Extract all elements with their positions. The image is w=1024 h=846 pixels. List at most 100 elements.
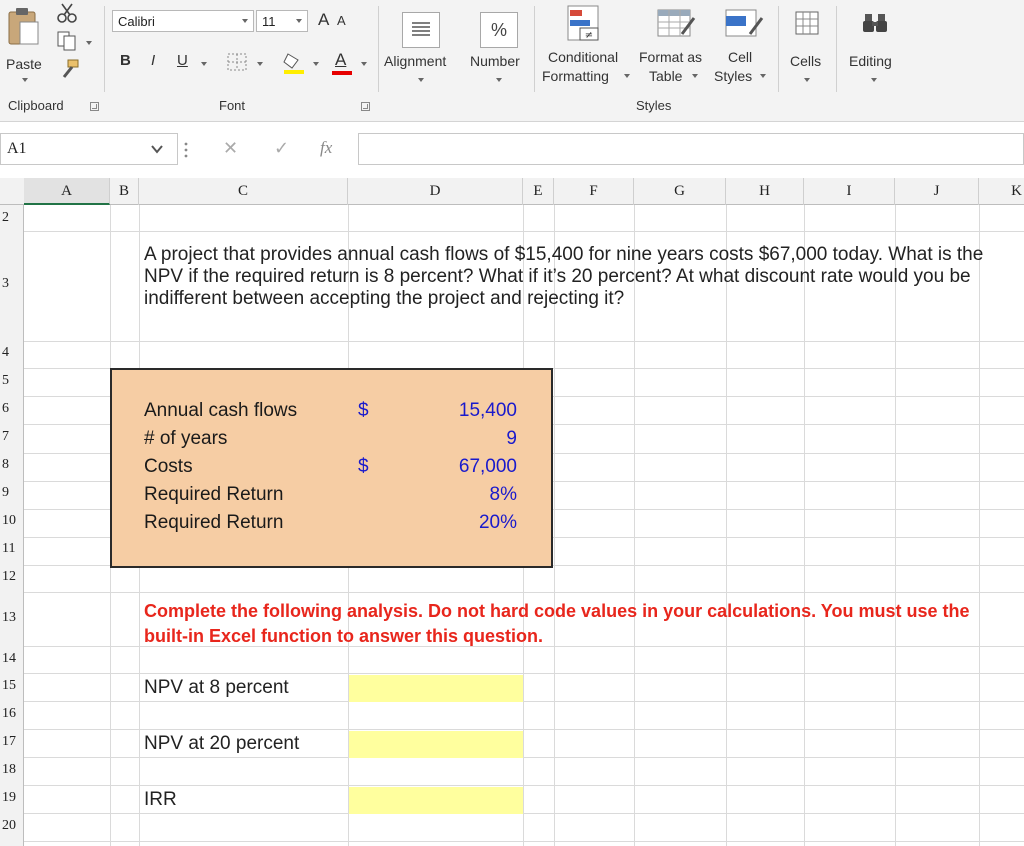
column-header-c[interactable]: C xyxy=(139,178,348,205)
separator xyxy=(378,6,379,92)
cell-styles-button[interactable]: Cell Styles xyxy=(710,2,776,90)
grid-line xyxy=(24,729,1024,730)
worksheet-grid[interactable]: A B C D E F G H I J K 2 3 4 5 6 7 8 9 10… xyxy=(0,178,1024,846)
row-header-9[interactable]: 9 xyxy=(0,485,24,501)
column-header-a[interactable]: A xyxy=(24,178,110,205)
column-header-i[interactable]: I xyxy=(804,178,895,205)
fill-color-icon[interactable] xyxy=(282,50,306,76)
underline-button[interactable]: U xyxy=(177,52,188,69)
cells-icon xyxy=(795,11,819,35)
npv-20-answer-cell[interactable] xyxy=(349,731,523,758)
input-value[interactable]: 9 xyxy=(506,428,517,450)
underline-dropdown-icon[interactable] xyxy=(201,62,207,66)
column-header-b[interactable]: B xyxy=(110,178,139,205)
row-header-8[interactable]: 8 xyxy=(0,457,24,473)
copy-dropdown-icon[interactable] xyxy=(86,41,92,45)
paste-label: Paste xyxy=(6,56,42,72)
row-header-5[interactable]: 5 xyxy=(0,373,24,389)
paste-button[interactable]: Paste xyxy=(2,4,46,92)
copy-icon[interactable] xyxy=(56,30,80,52)
row-header-20[interactable]: 20 xyxy=(0,818,24,834)
separator xyxy=(836,6,837,92)
instructions-text: Complete the following analysis. Do not … xyxy=(144,601,970,646)
font-name-value: Calibri xyxy=(118,14,155,29)
cut-icon[interactable] xyxy=(56,2,78,24)
decrease-font-size-button[interactable]: A xyxy=(337,13,346,28)
increase-font-size-button[interactable]: A xyxy=(318,10,329,30)
format-as-table-button[interactable]: Format as Table xyxy=(636,2,714,90)
row-header-19[interactable]: 19 xyxy=(0,790,24,806)
font-color-glyph: A xyxy=(335,50,347,69)
italic-button[interactable]: I xyxy=(151,52,155,69)
row-header-2[interactable]: 2 xyxy=(0,210,24,226)
column-header-h[interactable]: H xyxy=(726,178,804,205)
bold-button[interactable]: B xyxy=(120,52,131,69)
column-header-k[interactable]: K xyxy=(979,178,1024,205)
cells-label: Cells xyxy=(790,53,822,69)
cell-styles-label-1: Cell xyxy=(728,49,753,65)
conditional-formatting-label-1: Conditional xyxy=(548,49,619,65)
font-size-combo[interactable]: 11 xyxy=(256,10,308,32)
row-header-6[interactable]: 6 xyxy=(0,401,24,417)
font-color-swatch xyxy=(332,71,352,75)
fill-color-dropdown-icon[interactable] xyxy=(313,62,319,66)
insert-function-button[interactable]: fx xyxy=(320,138,332,158)
separator xyxy=(534,6,535,92)
grid-line xyxy=(24,673,1024,674)
column-header-row: A B C D E F G H I J K xyxy=(0,178,1024,205)
input-value[interactable]: 67,000 xyxy=(459,456,517,478)
conditional-formatting-icon: ≠ xyxy=(567,5,599,41)
clipboard-launcher-icon[interactable] xyxy=(90,102,99,111)
npv-8-answer-cell[interactable] xyxy=(349,675,523,702)
format-as-table-dropdown-icon xyxy=(692,74,698,78)
irr-answer-cell[interactable] xyxy=(349,787,523,814)
alignment-button[interactable]: Alignment xyxy=(380,4,464,90)
row-header-10[interactable]: 10 xyxy=(0,513,24,529)
borders-icon[interactable] xyxy=(226,52,248,72)
alignment-label: Alignment xyxy=(384,53,447,69)
borders-dropdown-icon[interactable] xyxy=(257,62,263,66)
row-header-3[interactable]: 3 xyxy=(0,276,24,292)
column-header-g[interactable]: G xyxy=(634,178,726,205)
conditional-formatting-button[interactable]: ≠ Conditional Formatting xyxy=(538,2,634,90)
name-box-value: A1 xyxy=(7,140,27,157)
row-header-11[interactable]: 11 xyxy=(0,541,24,557)
formula-input[interactable] xyxy=(358,133,1024,165)
output-label: NPV at 8 percent xyxy=(144,677,289,698)
conditional-formatting-dropdown-icon xyxy=(624,74,630,78)
font-color-dropdown-icon[interactable] xyxy=(361,62,367,66)
conditional-formatting-label-2: Formatting xyxy=(542,68,609,84)
chevron-down-icon xyxy=(296,19,302,23)
number-button[interactable]: % Number xyxy=(466,4,532,90)
grid-line xyxy=(24,841,1024,842)
row-header-16[interactable]: 16 xyxy=(0,706,24,722)
cancel-entry-button[interactable]: ✕ xyxy=(223,138,238,159)
editing-button[interactable]: Editing xyxy=(840,4,910,90)
input-value[interactable]: 8% xyxy=(490,484,517,506)
column-header-j[interactable]: J xyxy=(895,178,979,205)
grid-line xyxy=(24,785,1024,786)
paste-dropdown-icon xyxy=(22,78,28,82)
column-header-d[interactable]: D xyxy=(348,178,523,205)
format-as-table-label-2: Table xyxy=(649,68,683,84)
font-color-button[interactable]: A xyxy=(330,50,354,76)
format-painter-icon[interactable] xyxy=(58,58,80,80)
font-launcher-icon[interactable] xyxy=(361,102,370,111)
column-header-e[interactable]: E xyxy=(523,178,554,205)
name-box-dropdown-icon[interactable] xyxy=(150,143,164,155)
row-header-17[interactable]: 17 xyxy=(0,734,24,750)
row-header-15[interactable]: 15 xyxy=(0,678,24,694)
cells-button[interactable]: Cells xyxy=(782,4,832,90)
enter-entry-button[interactable]: ✓ xyxy=(274,138,289,159)
row-header-4[interactable]: 4 xyxy=(0,345,24,361)
input-value[interactable]: 15,400 xyxy=(459,400,517,422)
row-header-18[interactable]: 18 xyxy=(0,762,24,778)
font-name-combo[interactable]: Calibri xyxy=(112,10,254,32)
more-options-icon[interactable] xyxy=(182,138,190,162)
column-header-f[interactable]: F xyxy=(554,178,634,205)
row-header-13[interactable]: 13 xyxy=(0,610,24,626)
row-header-7[interactable]: 7 xyxy=(0,429,24,445)
input-value[interactable]: 20% xyxy=(479,512,517,534)
row-header-14[interactable]: 14 xyxy=(0,651,24,667)
row-header-12[interactable]: 12 xyxy=(0,569,24,585)
